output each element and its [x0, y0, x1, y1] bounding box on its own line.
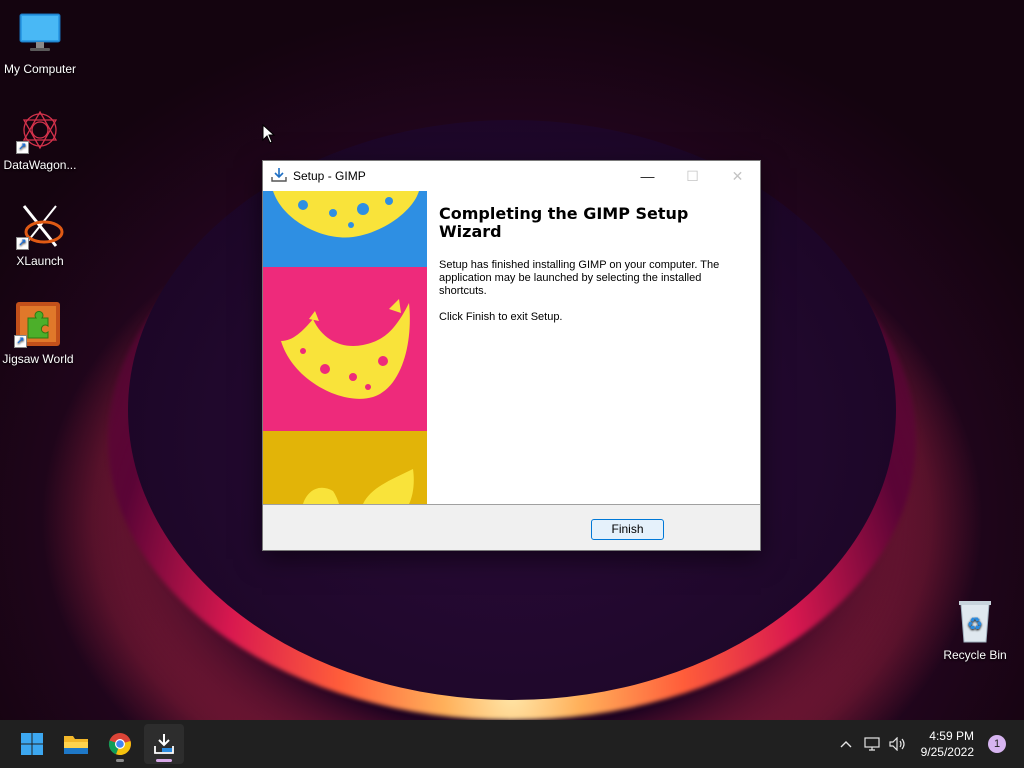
desktop-icon-label: XLaunch — [16, 254, 64, 268]
wizard-content: Completing the GIMP Setup Wizard Setup h… — [439, 205, 739, 324]
chevron-up-icon[interactable] — [833, 740, 859, 748]
taskbar-setup-gimp[interactable] — [144, 724, 184, 764]
maximize-button: ☐ — [686, 167, 699, 184]
desktop-icon-label: DataWagon... — [3, 158, 77, 172]
shortcut-arrow-icon: ↗ — [14, 335, 27, 348]
setup-installer-icon — [271, 167, 287, 186]
running-indicator — [116, 759, 124, 762]
network-icon[interactable] — [859, 737, 885, 751]
datawagon-icon: ↗ — [16, 106, 64, 154]
desktop-icon-datawagon[interactable]: ↗ DataWagon... — [0, 106, 80, 172]
setup-window: Setup - GIMP — ☐ ✕ Completing the GIMP S… — [262, 160, 761, 551]
system-tray: 4:59 PM 9/25/2022 1 — [833, 720, 1024, 768]
clock-date: 9/25/2022 — [920, 745, 974, 759]
setup-gimp-icon — [154, 734, 174, 754]
taskbar-file-explorer[interactable] — [56, 724, 96, 764]
desktop-icon-recycle-bin[interactable]: ♻ Recycle Bin — [935, 596, 1015, 662]
clock-time: 4:59 PM — [929, 729, 974, 743]
file-explorer-icon — [64, 736, 88, 754]
wizard-message: Setup has finished installing GIMP on yo… — [439, 259, 720, 297]
active-indicator — [156, 759, 172, 762]
taskbar: 4:59 PM 9/25/2022 1 — [0, 720, 1024, 768]
monitor-icon — [16, 10, 64, 58]
minimize-button[interactable]: — — [625, 161, 670, 191]
shortcut-arrow-icon: ↗ — [16, 237, 29, 250]
desktop-icon-label: My Computer — [3, 62, 77, 76]
notification-badge[interactable]: 1 — [988, 735, 1006, 753]
window-titlebar[interactable]: Setup - GIMP — ☐ ✕ — [263, 161, 760, 191]
wizard-exit-text: Click Finish to exit Setup. — [439, 311, 563, 323]
recycle-bin-icon: ♻ — [951, 596, 999, 644]
desktop-icon-label: Jigsaw World — [2, 352, 74, 366]
xlaunch-icon: ↗ — [16, 202, 64, 250]
desktop-icon-my-computer[interactable]: My Computer — [0, 10, 80, 76]
jigsaw-icon: ↗ — [14, 300, 62, 348]
svg-text:♻: ♻ — [967, 614, 983, 635]
wizard-side-image — [263, 191, 427, 504]
desktop-icon-label: Recycle Bin — [943, 648, 1007, 662]
desktop-icon-xlaunch[interactable]: ↗ XLaunch — [0, 202, 80, 268]
taskbar-clock[interactable]: 4:59 PM 9/25/2022 — [921, 728, 974, 760]
start-button[interactable] — [12, 724, 52, 764]
taskbar-chrome[interactable] — [100, 724, 140, 764]
chrome-icon — [108, 733, 131, 756]
shortcut-arrow-icon: ↗ — [16, 141, 29, 154]
start-icon — [21, 733, 43, 755]
volume-icon[interactable] — [885, 737, 911, 751]
wizard-footer: Finish — [263, 504, 760, 550]
close-button: ✕ — [731, 167, 744, 184]
window-title: Setup - GIMP — [293, 169, 366, 183]
mouse-cursor-icon — [262, 124, 276, 144]
desktop-icon-jigsaw-world[interactable]: ↗ Jigsaw World — [0, 300, 78, 366]
finish-button[interactable]: Finish — [591, 519, 664, 540]
wizard-heading: Completing the GIMP Setup Wizard — [439, 204, 689, 241]
